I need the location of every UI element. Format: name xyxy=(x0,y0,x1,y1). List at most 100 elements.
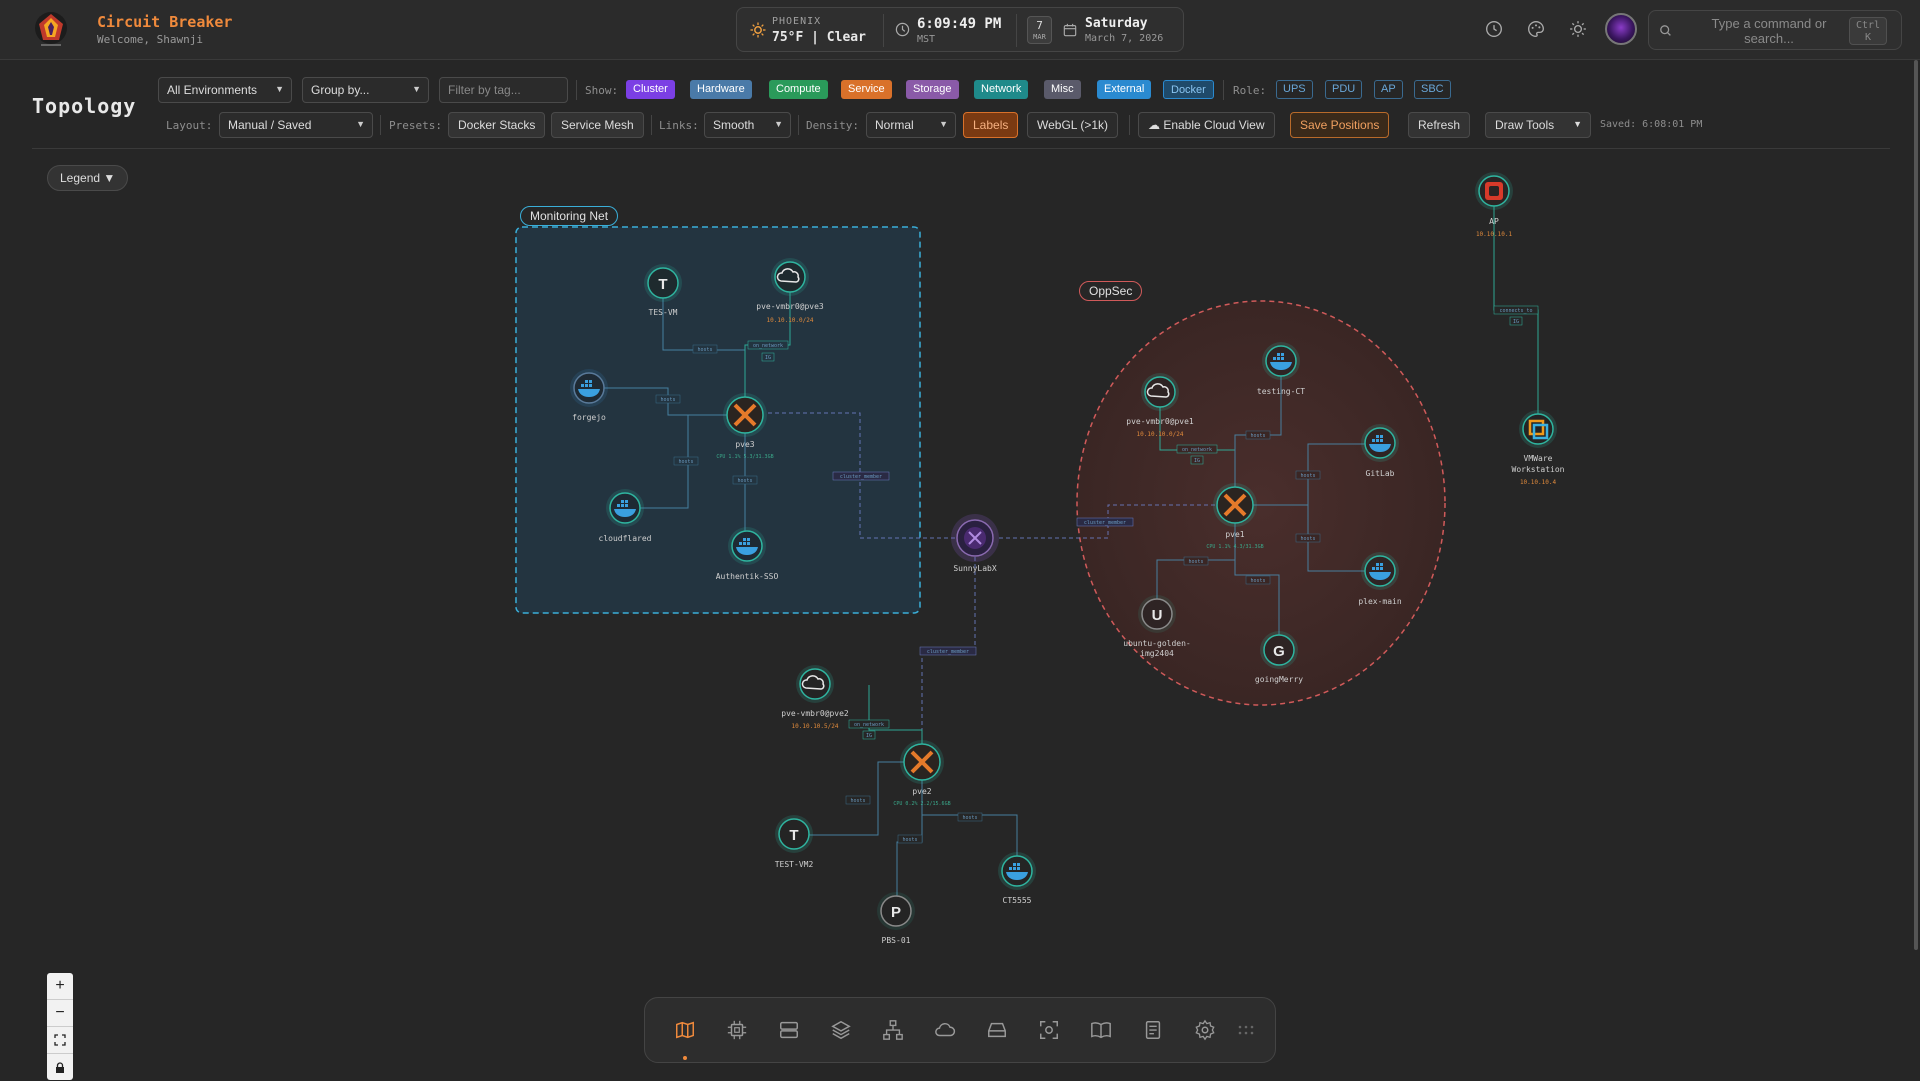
node-plex-main[interactable]: plex-main xyxy=(1358,552,1402,606)
save-positions-button[interactable]: Save Positions xyxy=(1290,112,1390,138)
user-avatar[interactable] xyxy=(1605,13,1637,45)
node-goingmerry[interactable]: G goingMerry xyxy=(1255,631,1303,684)
filter-chip-storage[interactable]: Storage xyxy=(906,80,959,99)
light-mode-button[interactable] xyxy=(1563,14,1593,44)
chip-label: Compute xyxy=(776,83,821,95)
node-test-vm2[interactable]: T TEST-VM2 xyxy=(775,815,814,869)
monitoring-net-group[interactable] xyxy=(515,226,921,614)
button-label: Refresh xyxy=(1418,118,1461,132)
node-pve3[interactable]: pve3 CPU 1.1% 5.3/31.3GB xyxy=(716,393,774,460)
node-vmware-workstation[interactable]: VMWare Workstation 10.10.10.4 xyxy=(1512,410,1565,486)
topology-canvas[interactable]: hosts on_network IG hosts hosts hosts cl… xyxy=(0,0,1920,1080)
edge-tag-cluster-member xyxy=(832,471,890,481)
node-pve-vmbr0-pve1[interactable]: pve-vmbr0@pve1 10.10.10.0/24 xyxy=(1126,373,1194,438)
history-button[interactable] xyxy=(1479,14,1509,44)
legend-button-label: Legend ▼ xyxy=(60,171,116,185)
node-sunnylabx[interactable]: SunnyLabX xyxy=(951,514,999,573)
node-pve-vmbr0-pve3[interactable]: pve-vmbr0@pve3 10.10.10.0/24 xyxy=(756,258,824,324)
map-icon xyxy=(676,1021,694,1039)
preset-service-mesh-button[interactable]: Service Mesh xyxy=(551,112,644,138)
links-select[interactable]: Smooth ▼ xyxy=(704,112,791,138)
dock-storage[interactable] xyxy=(982,1015,1012,1045)
tag-filter-input[interactable]: Filter by tag... xyxy=(439,77,568,103)
role-label-pdu: PDU xyxy=(1332,83,1356,95)
scrollbar[interactable] xyxy=(1914,60,1918,950)
edge-pve3-forgejo xyxy=(590,387,745,416)
dock-scan[interactable] xyxy=(1034,1015,1064,1045)
date-month: MAR xyxy=(1033,33,1046,41)
theme-palette-button[interactable] xyxy=(1521,14,1551,44)
dock-layers[interactable] xyxy=(826,1015,856,1045)
node-label-line2: img2404 xyxy=(1140,649,1174,658)
group-by-select[interactable]: Group by... ▼ xyxy=(302,77,429,103)
app-logo[interactable] xyxy=(33,10,69,50)
oppsec-label[interactable]: OppSec xyxy=(1079,281,1143,301)
refresh-button[interactable]: Refresh xyxy=(1408,112,1471,138)
node-tes-vm[interactable]: T TES-VM xyxy=(644,264,682,317)
edge-tag-hosts xyxy=(1295,470,1321,480)
node-forgejo[interactable]: forgejo xyxy=(570,369,608,422)
preset-docker-stacks-button[interactable]: Docker Stacks xyxy=(448,112,546,138)
role-filter-pdu[interactable]: PDU xyxy=(1325,80,1363,99)
dock-servers[interactable] xyxy=(774,1015,804,1045)
webgl-toggle-button[interactable]: WebGL (>1k) xyxy=(1027,112,1119,138)
docker-icon xyxy=(578,380,600,397)
role-filter-ups[interactable]: UPS xyxy=(1276,80,1313,99)
page-title: Topology xyxy=(32,94,137,118)
dock-cloud[interactable] xyxy=(930,1015,960,1045)
edge-tag-cluster-member xyxy=(1076,517,1134,527)
show-label: Show: xyxy=(585,84,619,97)
density-select[interactable]: Normal ▼ xyxy=(866,112,956,138)
legend-button[interactable]: Legend ▼ xyxy=(47,165,129,191)
role-filter-ap[interactable]: AP xyxy=(1374,80,1403,99)
docker-icon xyxy=(614,500,636,517)
layout-select[interactable]: Manual / Saved ▼ xyxy=(219,112,373,138)
edge-pve2-testvm2 xyxy=(794,761,922,836)
node-gitlab[interactable]: GitLab xyxy=(1361,424,1399,478)
dock-hardware[interactable] xyxy=(722,1015,752,1045)
command-search[interactable]: Type a command or search... Ctrl K xyxy=(1648,10,1902,50)
edge-tag-hosts-text: hosts xyxy=(660,397,675,403)
filter-chip-network[interactable]: Network xyxy=(974,80,1029,99)
dock-topology-map[interactable] xyxy=(670,1015,700,1045)
node-pve2[interactable]: pve2 CPU 0.2% 2.2/15.6GB xyxy=(893,740,951,807)
edge-tag-hosts-text: hosts xyxy=(1300,473,1315,479)
node-pve1[interactable]: pve1 CPU 1.1% 4.3/31.3GB xyxy=(1206,483,1264,550)
node-ap[interactable]: AP 10.10.10.1 xyxy=(1475,172,1513,238)
edge-tag-hosts xyxy=(655,394,681,404)
dock-docs[interactable] xyxy=(1086,1015,1116,1045)
edge-tags: hosts on_network IG hosts hosts hosts cl… xyxy=(655,305,1539,844)
dock-settings[interactable] xyxy=(1190,1015,1220,1045)
node-ct5555[interactable]: CT5555 xyxy=(998,852,1036,905)
node-testing-ct[interactable]: testing-CT xyxy=(1257,342,1305,396)
fit-view-button[interactable] xyxy=(47,1027,73,1054)
role-filter-sbc[interactable]: SBC xyxy=(1414,80,1451,99)
lock-button[interactable] xyxy=(47,1054,73,1081)
edge-tag-on-network xyxy=(1176,444,1218,454)
labels-toggle-button[interactable]: Labels xyxy=(963,112,1019,138)
node-cloudflared[interactable]: cloudflared xyxy=(599,489,652,543)
filter-chip-hardware[interactable]: Hardware xyxy=(690,80,752,99)
node-authentik-sso[interactable]: Authentik-SSO xyxy=(716,527,779,581)
environment-select[interactable]: All Environments ▼ xyxy=(158,77,292,103)
filter-chip-external[interactable]: External xyxy=(1097,80,1152,99)
zoom-in-button[interactable]: + xyxy=(47,973,73,1000)
node-pve-vmbr0-pve2[interactable]: pve-vmbr0@pve2 10.10.10.5/24 xyxy=(781,665,849,730)
node-pbs-01[interactable]: P PBS-01 xyxy=(877,892,915,945)
filter-chip-misc[interactable]: Misc xyxy=(1044,80,1081,99)
filter-chip-docker[interactable]: Docker xyxy=(1163,80,1214,99)
filter-chip-compute[interactable]: Compute xyxy=(769,80,828,99)
filter-chip-service[interactable]: Service xyxy=(841,80,892,99)
enable-cloud-view-button[interactable]: ☁ Enable Cloud View xyxy=(1138,112,1275,138)
zoom-out-button[interactable]: − xyxy=(47,1000,73,1027)
oppsec-group[interactable] xyxy=(1076,300,1446,706)
monitoring-net-label[interactable]: Monitoring Net xyxy=(520,206,619,226)
dock-network[interactable] xyxy=(878,1015,908,1045)
dock-logs[interactable] xyxy=(1138,1015,1168,1045)
filter-chip-cluster[interactable]: Cluster xyxy=(626,80,675,99)
dock-more[interactable] xyxy=(1235,1015,1257,1045)
draw-tools-button[interactable]: Draw Tools ▼ xyxy=(1485,112,1591,138)
chevron-down-icon: ▼ xyxy=(939,119,948,129)
sun-icon xyxy=(750,22,766,38)
node-ubuntu-golden-img2404[interactable]: U ubuntu-golden- img2404 xyxy=(1123,595,1191,658)
